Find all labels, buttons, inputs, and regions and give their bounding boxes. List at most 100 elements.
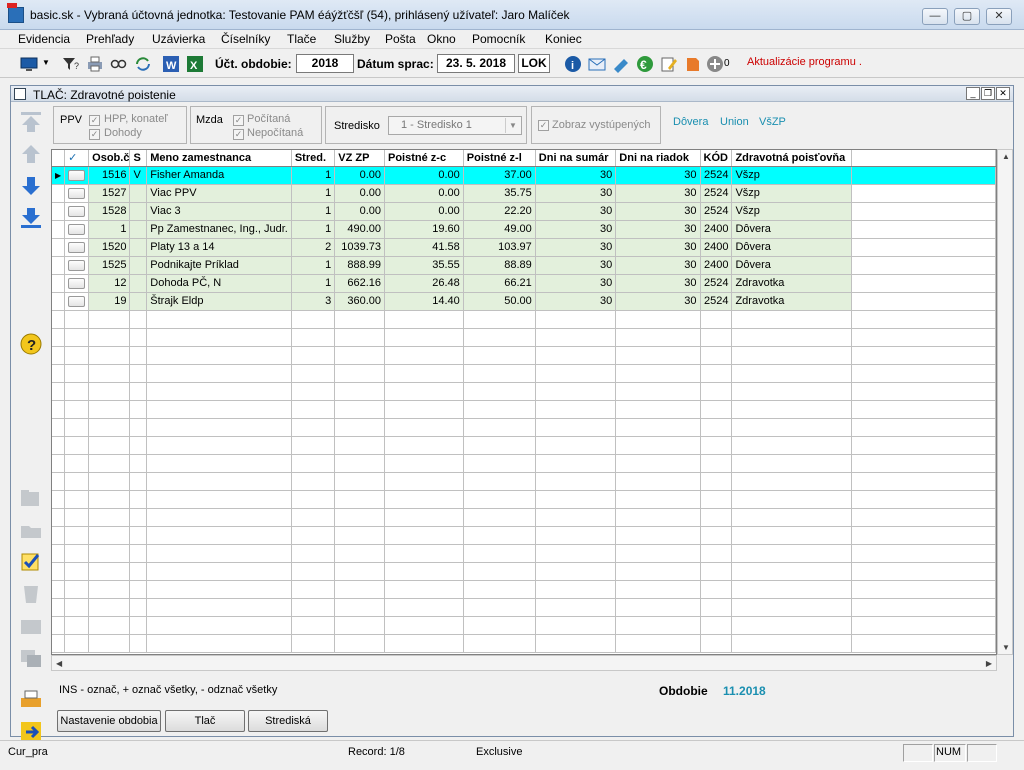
refresh-icon[interactable] (134, 55, 152, 73)
last-record-icon[interactable] (19, 206, 43, 230)
col-stredisko[interactable]: Stred. (291, 150, 336, 167)
word-icon[interactable]: W (162, 55, 180, 73)
dohody-checkbox[interactable]: ✓ (89, 129, 100, 140)
link-vszp[interactable]: VšZP (759, 116, 786, 128)
table-row[interactable]: ▶ 1516 V Fisher Amanda 1 0.00 0.00 37.00 30 30 252… (52, 166, 996, 185)
scroll-right-icon[interactable]: ▶ (986, 659, 992, 668)
col-poistovna[interactable]: Zdravotná poisťovňa (731, 150, 853, 167)
col-meno[interactable]: Meno zamestnanca (146, 150, 292, 167)
pocitana-checkbox[interactable]: ✓ (233, 115, 244, 126)
search-icon[interactable] (110, 55, 128, 73)
filter-icon[interactable]: ? (62, 55, 80, 73)
monitor-icon[interactable] (20, 55, 38, 73)
menu-prehlady[interactable]: Prehľady (86, 32, 134, 46)
scroll-left-icon[interactable]: ◀ (56, 659, 62, 668)
hpp-checkbox[interactable]: ✓ (89, 115, 100, 126)
row-select-toggle[interactable] (68, 205, 86, 217)
table-row[interactable]: 1528 Viac 3 1 0.00 0.00 22.20 30 30 2524 Všzp (52, 202, 996, 221)
table-row[interactable]: 1525 Podnikajte Príklad 1 888.99 35.55 88.89 3… (52, 256, 996, 275)
close-button[interactable]: ✕ (986, 8, 1012, 25)
print-button[interactable]: Tlač (165, 710, 245, 732)
chevron-down-icon[interactable]: ▼ (505, 118, 520, 133)
euro-icon[interactable]: € (636, 55, 654, 73)
delete-icon[interactable] (19, 582, 43, 606)
col-poistne-zl[interactable]: Poistné z-l (463, 150, 536, 167)
row-checkbox-cell[interactable] (64, 220, 90, 239)
scroll-up-icon[interactable]: ▲ (1002, 152, 1010, 161)
stredisko-select[interactable]: 1 - Stredisko 1 ▼ (388, 116, 522, 135)
minimize-button[interactable]: — (922, 8, 948, 25)
info-icon[interactable]: i (564, 55, 582, 73)
menu-koniec[interactable]: Koniec (545, 32, 582, 46)
menu-okno[interactable]: Okno (427, 32, 456, 46)
folder-new-icon[interactable] (19, 486, 43, 510)
col-status[interactable]: S (129, 150, 148, 167)
col-kod[interactable]: KÓD (700, 150, 733, 167)
row-checkbox-cell[interactable] (64, 256, 90, 275)
printer-icon[interactable] (19, 688, 43, 712)
row-checkbox-cell[interactable] (64, 292, 90, 311)
updates-link[interactable]: Aktualizácie programu . (747, 56, 862, 68)
col-dni-riadok[interactable]: Dni na riadok (615, 150, 701, 167)
row-checkbox-cell[interactable] (64, 202, 90, 221)
table-row[interactable]: 19 Štrajk Eldp 3 360.00 14.40 50.00 30 30 2524 Zd… (52, 292, 996, 311)
menu-tlace[interactable]: Tlače (287, 32, 316, 46)
excel-icon[interactable]: X (186, 55, 204, 73)
lok-button[interactable]: LOK (518, 54, 550, 73)
mail-icon[interactable] (588, 55, 606, 73)
menu-ciselniky[interactable]: Číselníky (221, 32, 270, 46)
first-record-icon[interactable] (19, 110, 43, 134)
maximize-button[interactable]: ▢ (954, 8, 980, 25)
set-period-button[interactable]: Nastavenie obdobia (57, 710, 161, 732)
child-close-button[interactable]: ✕ (996, 87, 1010, 100)
child-restore-button[interactable]: ❐ (981, 87, 995, 100)
row-checkbox-cell[interactable] (64, 184, 90, 203)
row-select-toggle[interactable] (68, 223, 86, 235)
vertical-scrollbar[interactable]: ▲ ▼ (997, 149, 1013, 655)
menu-sluzby[interactable]: Služby (334, 32, 370, 46)
row-select-toggle[interactable] (68, 187, 86, 199)
row-select-toggle[interactable] (68, 277, 86, 289)
row-checkbox-cell[interactable] (64, 274, 90, 293)
add-icon[interactable] (706, 55, 724, 73)
pdf-icon[interactable] (684, 55, 702, 73)
horizontal-scrollbar[interactable]: ◀ ▶ (51, 655, 997, 671)
menu-evidencia[interactable]: Evidencia (18, 32, 70, 46)
row-select-toggle[interactable] (68, 295, 86, 307)
link-dovera[interactable]: Dôvera (673, 116, 708, 128)
folder-open-icon[interactable] (19, 518, 43, 542)
check-header[interactable]: ✓ (64, 150, 90, 167)
col-vz-zp[interactable]: VZ ZP (334, 150, 385, 167)
menu-uzavierka[interactable]: Uzávierka (152, 32, 205, 46)
menu-posta[interactable]: Pošta (385, 32, 416, 46)
col-poistne-zc[interactable]: Poistné z-c (384, 150, 464, 167)
row-checkbox-cell[interactable] (64, 238, 90, 257)
row-select-toggle[interactable] (68, 259, 86, 271)
centers-button[interactable]: Strediská (248, 710, 328, 732)
edit-icon[interactable] (660, 55, 678, 73)
table-row[interactable]: 1520 Platy 13 a 14 2 1039.73 41.58 103.97 30 30… (52, 238, 996, 257)
row-select-toggle[interactable] (68, 169, 86, 181)
table-row[interactable]: 1 Pp Zamestnanec, Ing., Judr. 1 490.00 19.60… (52, 220, 996, 239)
link-union[interactable]: Union (720, 116, 749, 128)
row-checkbox-cell[interactable] (64, 166, 90, 185)
table-row[interactable]: 12 Dohoda PČ, N 1 662.16 26.48 66.21 30 30 2524 Z… (52, 274, 996, 293)
zobraz-checkbox[interactable]: ✓ (538, 120, 549, 131)
book-icon[interactable] (612, 55, 630, 73)
help-icon[interactable]: ? (19, 332, 43, 356)
date-field[interactable]: 23. 5. 2018 (437, 54, 515, 73)
next-record-icon[interactable] (19, 174, 43, 198)
dropdown-arrow-icon[interactable]: ▼ (42, 58, 50, 67)
folder-icon[interactable] (19, 614, 43, 638)
row-select-toggle[interactable] (68, 241, 86, 253)
copy-icon[interactable] (19, 646, 43, 670)
menu-pomocnik[interactable]: Pomocník (472, 32, 525, 46)
table-row[interactable]: 1527 Viac PPV 1 0.00 0.00 35.75 30 30 2524 Všzp (52, 184, 996, 203)
print-icon[interactable] (86, 55, 104, 73)
col-dni-sumar[interactable]: Dni na sumár (535, 150, 617, 167)
previous-record-icon[interactable] (19, 142, 43, 166)
scroll-down-icon[interactable]: ▼ (1002, 643, 1010, 652)
checklist-icon[interactable] (19, 550, 43, 574)
col-osobne-cislo[interactable]: Osob.č (88, 150, 131, 167)
child-minimize-button[interactable]: _ (966, 87, 980, 100)
